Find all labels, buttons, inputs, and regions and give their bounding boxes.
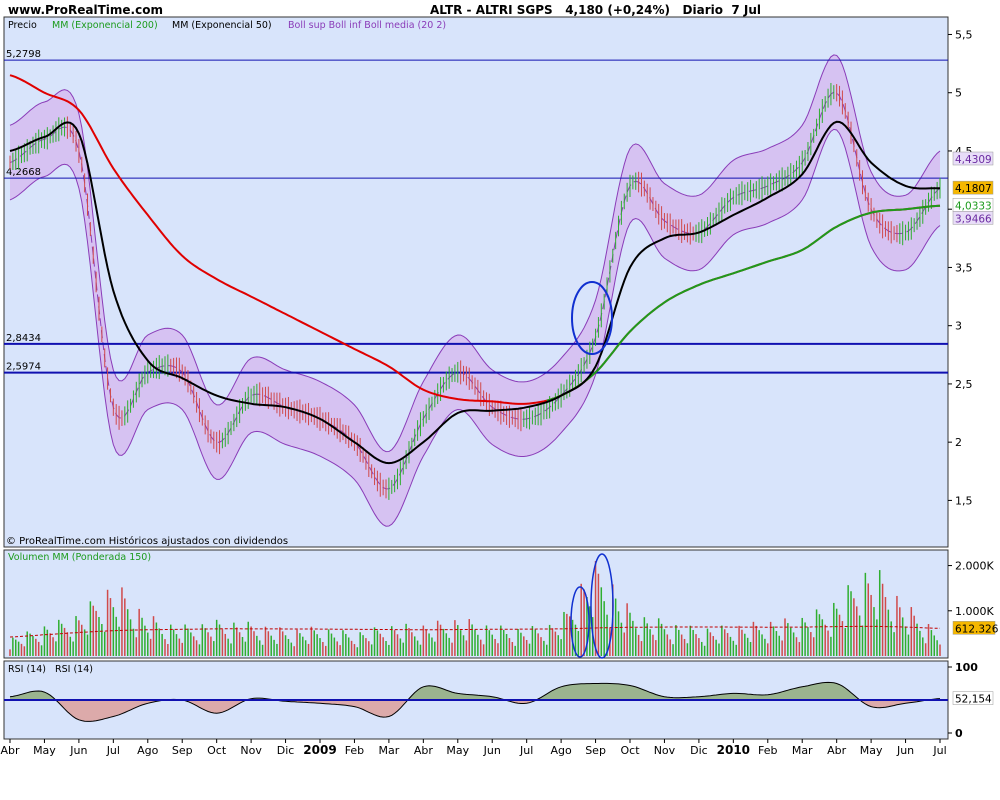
level-label: 5,2798 xyxy=(6,49,41,60)
x-tick-label: May xyxy=(446,744,469,757)
x-tick-label: Mar xyxy=(379,744,400,757)
x-tick-label: Ago xyxy=(137,744,159,757)
price-footer: © ProRealTime.com Históricos ajustados c… xyxy=(6,535,288,547)
x-axis-ticks: Abr May Jun Jul Ago Sep Oct Nov Dic 2009 Feb Mar Abr… xyxy=(0,739,947,757)
x-tick-label: Dic xyxy=(690,744,708,757)
legend-rsi-a: RSI (14) xyxy=(8,664,46,675)
x-tick-label: Sep xyxy=(172,744,193,757)
legend-precio: Precio xyxy=(8,20,37,31)
price-panel xyxy=(3,16,949,548)
price-y-tick: 3,5 xyxy=(955,261,973,274)
x-tick-label: Jul xyxy=(519,744,533,757)
x-tick-label: Oct xyxy=(207,744,227,757)
x-tick-label: May xyxy=(33,744,56,757)
legend-mm50: MM (Exponencial 50) xyxy=(172,20,272,31)
right-label: 4,1807 xyxy=(955,183,992,195)
x-tick-label: Abr xyxy=(0,744,20,757)
legend-volume: Volumen MM (Ponderada 150) xyxy=(8,552,151,563)
price-y-tick: 3 xyxy=(955,320,962,333)
x-tick-label: May xyxy=(860,744,883,757)
level-label: 2,5974 xyxy=(6,362,41,373)
x-tick-label: Sep xyxy=(585,744,606,757)
x-tick-label: Mar xyxy=(792,744,813,757)
x-tick-label: Nov xyxy=(240,744,262,757)
x-tick-label: Feb xyxy=(758,744,777,757)
price-y-tick: 1,5 xyxy=(955,494,973,507)
x-tick-label: Abr xyxy=(414,744,434,757)
volume-last-label: 612.326 xyxy=(955,623,999,635)
price-y-tick: 2,5 xyxy=(955,378,973,391)
volume-y-tick: 1.000K xyxy=(955,605,994,618)
x-tick-label: Jun xyxy=(483,744,501,757)
right-value-labels: 4,4309 4,1807 4,03333,9466 612.326 52,154 xyxy=(952,151,999,706)
price-y-tick: 5 xyxy=(955,87,962,100)
price-y-tick: 5,5 xyxy=(955,28,973,41)
x-tick-label: Jul xyxy=(932,744,946,757)
x-tick-label: Dic xyxy=(277,744,295,757)
rsi-last-label: 52,154 xyxy=(955,694,992,706)
price-y-tick: 2 xyxy=(955,436,962,449)
x-tick-label: Abr xyxy=(827,744,847,757)
x-tick-label: Nov xyxy=(654,744,676,757)
x-tick-label: Feb xyxy=(345,744,364,757)
level-label: 2,8434 xyxy=(6,333,41,344)
legend-boll: Boll sup Boll inf Boll media (20 2) xyxy=(288,20,446,31)
right-label: 4,0333 xyxy=(955,200,992,212)
legend-mm200: MM (Exponencial 200) xyxy=(52,20,158,31)
x-tick-label: Jun xyxy=(69,744,87,757)
x-tick-label: 2010 xyxy=(717,743,750,757)
x-tick-label: Ago xyxy=(550,744,572,757)
right-label: 4,4309 xyxy=(955,154,992,166)
rsi-y-tick: 0 xyxy=(955,727,963,740)
x-tick-label: Jul xyxy=(106,744,120,757)
level-label: 4,2668 xyxy=(6,167,41,178)
right-label: 3,9466 xyxy=(955,213,992,225)
legend-rsi-b: RSI (14) xyxy=(55,664,93,675)
stock-chart: 5,27984,26682,84342,5974 5,554,543,532,5… xyxy=(0,16,999,757)
x-tick-label: Oct xyxy=(620,744,640,757)
x-tick-label: Jun xyxy=(896,744,914,757)
volume-y-tick: 2.000K xyxy=(955,560,994,573)
rsi-y-tick: 100 xyxy=(955,661,978,674)
x-tick-label: 2009 xyxy=(303,743,336,757)
